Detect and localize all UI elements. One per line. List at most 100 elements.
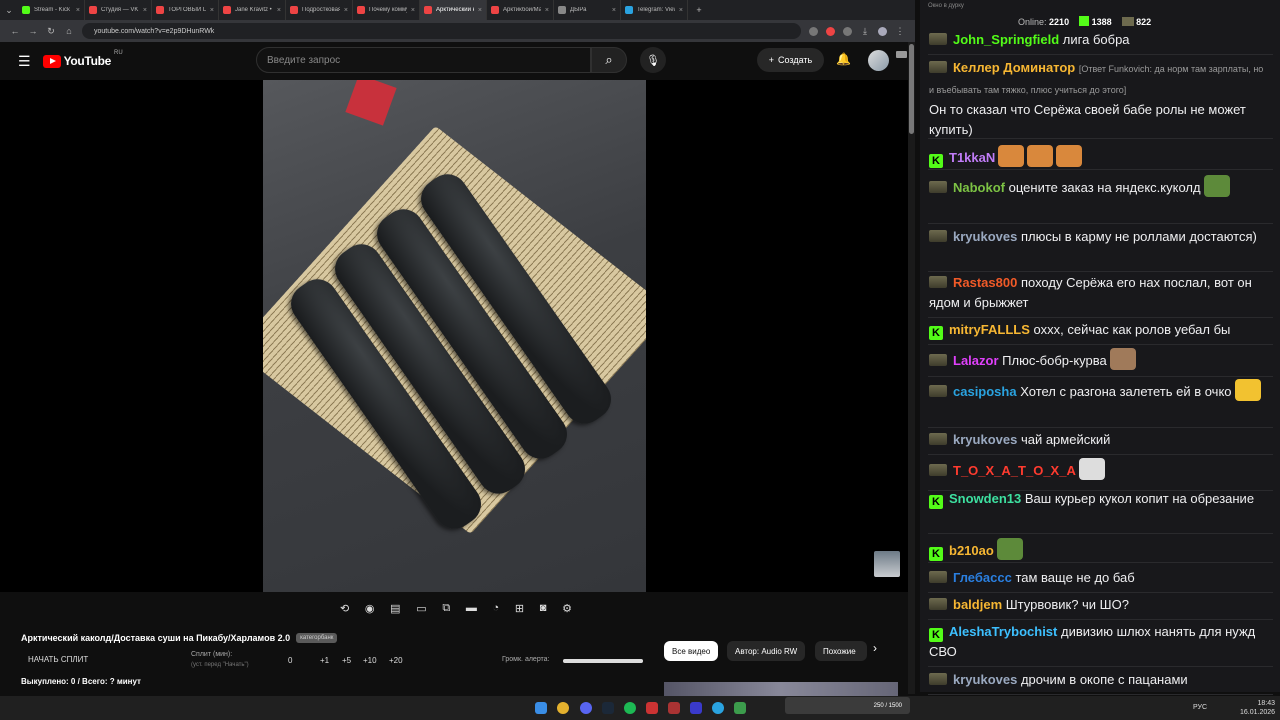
start-icon[interactable] xyxy=(535,702,547,714)
chat-username[interactable]: Snowden13 xyxy=(949,491,1021,506)
steam-icon[interactable] xyxy=(602,702,614,714)
page-scrollbar[interactable] xyxy=(908,42,915,694)
close-tab-icon[interactable]: × xyxy=(679,7,683,14)
chat-username[interactable]: AleshaTrybochist xyxy=(949,624,1057,639)
recommended-thumbnail[interactable] xyxy=(664,682,898,696)
chip-author[interactable]: Автор: Audio RW xyxy=(727,641,806,661)
close-tab-icon[interactable]: × xyxy=(210,7,214,14)
theater-icon[interactable]: ▬ xyxy=(466,602,477,614)
clock[interactable]: 18:43 16.01.2026 xyxy=(1240,699,1275,717)
chat-username[interactable]: b210ao xyxy=(949,543,994,558)
chat-username[interactable]: Nabokof xyxy=(953,180,1005,195)
add-icon[interactable]: ⊞ xyxy=(515,602,524,615)
telegram-icon[interactable] xyxy=(712,702,724,714)
browser-menu-icon[interactable]: ⋮ xyxy=(895,26,905,37)
chat-username[interactable]: kryukoves xyxy=(953,672,1017,687)
playlist-icon[interactable]: ▤ xyxy=(390,602,400,615)
chat-username[interactable]: Глебассс xyxy=(953,570,1012,585)
app-icon[interactable] xyxy=(668,702,680,714)
chat-username[interactable]: Келлер Доминатор xyxy=(953,60,1075,75)
chat-emote-icon xyxy=(1109,348,1136,370)
pip-icon[interactable]: ⧉ xyxy=(442,602,450,615)
profile-icon[interactable] xyxy=(878,26,887,36)
chat-username[interactable]: John_Springfield xyxy=(953,32,1059,47)
search-button[interactable]: ⌕ xyxy=(591,47,627,73)
close-tab-icon[interactable]: × xyxy=(478,7,482,14)
close-tab-icon[interactable]: × xyxy=(612,7,616,14)
close-tab-icon[interactable]: × xyxy=(545,7,549,14)
settings-gear-icon[interactable]: ⚙ xyxy=(562,602,572,615)
chevron-right-icon[interactable]: › xyxy=(873,641,877,655)
chrome-icon[interactable] xyxy=(557,702,569,714)
close-tab-icon[interactable]: × xyxy=(76,7,80,14)
split-plus-20-button[interactable]: +20 xyxy=(389,656,403,665)
youtube-logo[interactable]: YouTube RU xyxy=(42,50,123,68)
app-icon[interactable] xyxy=(690,702,702,714)
keyboard-icon[interactable] xyxy=(896,51,907,58)
create-button[interactable]: + Создать xyxy=(757,48,824,72)
chat-username[interactable]: T_O_X_A_T_O_X_A xyxy=(953,463,1076,478)
voice-search-button[interactable]: 🎙 xyxy=(640,47,666,73)
chat-username[interactable]: casiposha xyxy=(953,384,1017,399)
chat-username[interactable]: kryukoves xyxy=(953,229,1017,244)
chip-similar[interactable]: Похожие xyxy=(815,641,867,661)
chat-username[interactable]: T1kkaN xyxy=(949,150,995,165)
browser-tab[interactable]: Арктикбой/Ма × xyxy=(487,0,554,20)
hamburger-menu-icon[interactable]: ☰ xyxy=(18,53,31,70)
search-input[interactable]: Введите запрос xyxy=(256,47,591,73)
tab-favicon-icon xyxy=(491,6,499,14)
home-icon[interactable]: ⌂ xyxy=(64,26,74,36)
browser-tab[interactable]: Арктический к × xyxy=(420,0,487,20)
avatar[interactable] xyxy=(868,50,889,71)
speed-icon[interactable]: ◔ xyxy=(493,602,500,614)
browser-tab[interactable]: Telegram: View × xyxy=(621,0,688,20)
browser-tab[interactable]: ТОРГОВЫЙ ЦЕ × xyxy=(152,0,219,20)
close-tab-icon[interactable]: × xyxy=(411,7,415,14)
browser-tab[interactable]: Jane Kravitz • Y × xyxy=(219,0,286,20)
discord-icon[interactable] xyxy=(580,702,592,714)
alert-volume-slider[interactable] xyxy=(563,659,643,663)
scrollbar-thumb[interactable] xyxy=(909,44,914,134)
streamer-badge[interactable]: 250 / 1500 xyxy=(785,697,910,714)
chat-username[interactable]: baldjem xyxy=(953,597,1002,612)
chat-divider xyxy=(928,169,1273,170)
back-icon[interactable]: ← xyxy=(10,26,20,36)
forward-icon[interactable]: → xyxy=(28,26,38,36)
close-tab-icon[interactable]: × xyxy=(143,7,147,14)
chat-username[interactable]: mitryFALLLS xyxy=(949,322,1030,337)
broadcast-icon[interactable]: ◉ xyxy=(365,602,375,615)
extension-icon[interactable] xyxy=(826,26,835,36)
start-split-button[interactable]: НАЧАТЬ СПЛИТ xyxy=(28,655,88,664)
chat-username[interactable]: kryukoves xyxy=(953,432,1017,447)
language-indicator[interactable]: РУС xyxy=(1193,704,1207,711)
split-plus-10-button[interactable]: +10 xyxy=(363,656,377,665)
close-tab-icon[interactable]: × xyxy=(344,7,348,14)
chat-text: Он то сказал что Серёжа своей бабе ролы … xyxy=(929,102,1246,137)
split-plus-1-button[interactable]: +1 xyxy=(320,656,329,665)
chat-username[interactable]: Rastas800 xyxy=(953,275,1017,290)
new-tab-icon[interactable]: + xyxy=(694,5,704,15)
chat-username[interactable]: Lalazor xyxy=(953,353,999,368)
app-icon[interactable] xyxy=(734,702,746,714)
notifications-bell-icon[interactable]: 🔔 xyxy=(836,52,851,66)
close-tab-icon[interactable]: × xyxy=(277,7,281,14)
browser-tab[interactable]: Подростковая × xyxy=(286,0,353,20)
spotify-icon[interactable] xyxy=(624,702,636,714)
extension-icon[interactable] xyxy=(843,26,852,36)
url-field[interactable]: youtube.com/watch?v=e2p9DHunRWk xyxy=(82,23,801,39)
browser-tab[interactable]: Почему комму × xyxy=(353,0,420,20)
reload-icon[interactable]: ↻ xyxy=(46,26,56,37)
screenshot-icon[interactable]: ◙ xyxy=(540,602,547,614)
download-icon[interactable]: ⤓ xyxy=(860,26,870,37)
browser-tab[interactable]: Stream - Kick D × xyxy=(18,0,85,20)
browser-tab[interactable]: ДЫРа × xyxy=(554,0,621,20)
clip-icon[interactable]: ▭ xyxy=(416,602,426,615)
chip-all-videos[interactable]: Все видео xyxy=(664,641,719,661)
tab-search-icon[interactable]: ⌄ xyxy=(4,5,14,16)
app-icon[interactable] xyxy=(646,702,658,714)
split-value[interactable]: 0 xyxy=(288,656,292,665)
extension-icon[interactable] xyxy=(809,26,818,36)
browser-tab[interactable]: Студия — VK B × xyxy=(85,0,152,20)
loop-icon[interactable]: ⟲ xyxy=(340,602,349,615)
split-plus-5-button[interactable]: +5 xyxy=(342,656,351,665)
